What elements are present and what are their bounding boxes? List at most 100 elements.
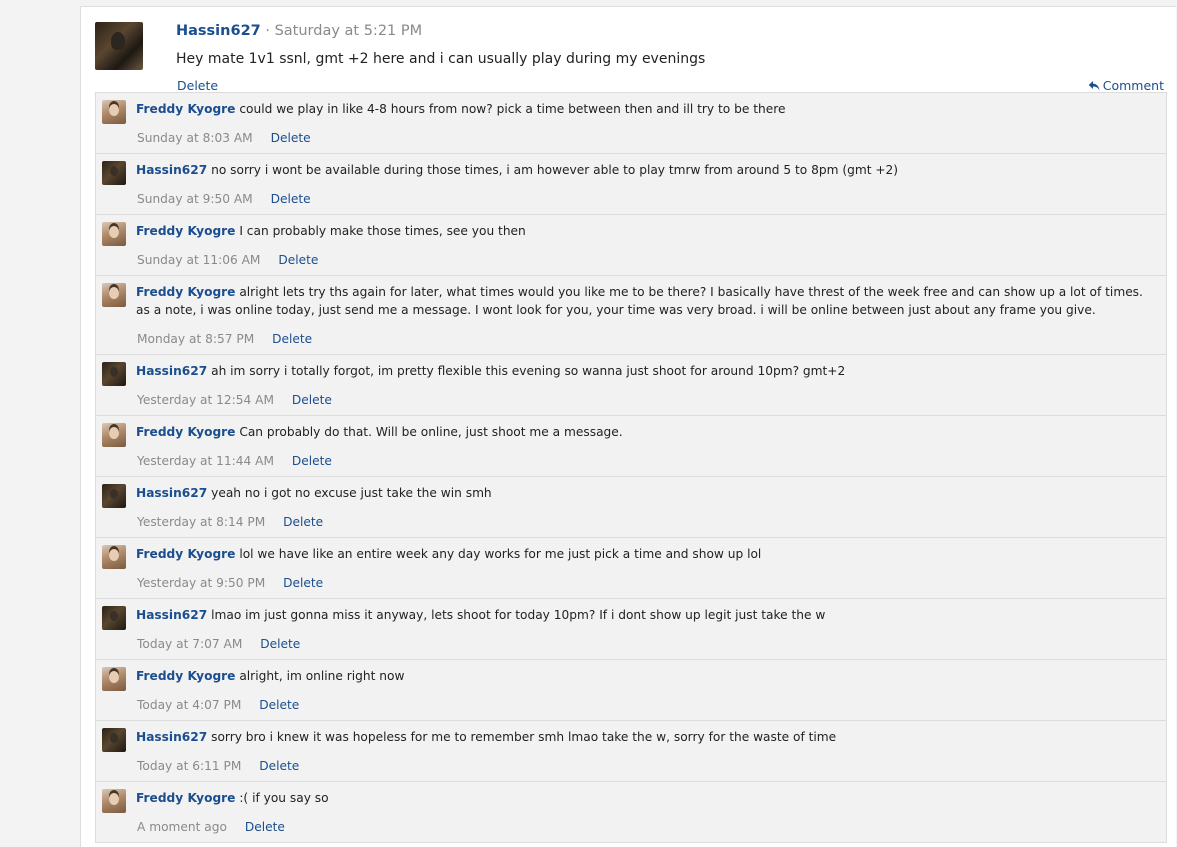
comment-author-link[interactable]: Hassin627: [136, 163, 207, 177]
comment-author-link[interactable]: Hassin627: [136, 730, 207, 744]
post-header: Hassin627 · Saturday at 5:21 PM: [176, 23, 422, 39]
comment-timestamp[interactable]: Sunday at 11:06 AM: [137, 253, 260, 267]
comment-meta: Sunday at 11:06 AM Delete: [137, 253, 318, 267]
comment-text: ah im sorry i totally forgot, im pretty …: [211, 364, 846, 378]
comment-timestamp[interactable]: Yesterday at 12:54 AM: [137, 393, 274, 407]
comment-text: :( if you say so: [239, 791, 329, 805]
comment-avatar[interactable]: [102, 484, 126, 508]
comment-meta: Sunday at 8:03 AM Delete: [137, 131, 311, 145]
comment-meta: A moment ago Delete: [137, 820, 285, 834]
comment-timestamp[interactable]: Sunday at 8:03 AM: [137, 131, 253, 145]
comment-meta: Sunday at 9:50 AM Delete: [137, 192, 311, 206]
comment-text: lmao im just gonna miss it anyway, lets …: [211, 608, 826, 622]
comment-author-link[interactable]: Hassin627: [136, 608, 207, 622]
comment-author-link[interactable]: Freddy Kyogre: [136, 285, 235, 299]
comment-body: Freddy Kyogre I can probably make those …: [136, 222, 1160, 240]
comment-text: I can probably make those times, see you…: [239, 224, 526, 238]
comment-item: Hassin627 lmao im just gonna miss it any…: [96, 599, 1166, 660]
comment-delete-link[interactable]: Delete: [283, 515, 323, 529]
comment-body: Hassin627 no sorry i wont be available d…: [136, 161, 1160, 179]
post-timestamp[interactable]: Saturday at 5:21 PM: [275, 23, 423, 39]
comment-button[interactable]: Comment: [1088, 78, 1164, 93]
comment-delete-link[interactable]: Delete: [259, 759, 299, 773]
comment-author-link[interactable]: Hassin627: [136, 364, 207, 378]
comment-body: Hassin627 sorry bro i knew it was hopele…: [136, 728, 1160, 746]
comment-meta: Today at 7:07 AM Delete: [137, 637, 300, 651]
comment-meta: Yesterday at 12:54 AM Delete: [137, 393, 332, 407]
separator: ·: [265, 23, 270, 39]
comment-avatar[interactable]: [102, 606, 126, 630]
comment-label: Comment: [1102, 78, 1164, 93]
comment-item: Freddy Kyogre alright, im online right n…: [96, 660, 1166, 721]
comment-avatar[interactable]: [102, 222, 126, 246]
comment-timestamp[interactable]: Today at 6:11 PM: [137, 759, 241, 773]
comment-avatar[interactable]: [102, 362, 126, 386]
comment-avatar[interactable]: [102, 789, 126, 813]
comment-delete-link[interactable]: Delete: [283, 576, 323, 590]
avatar[interactable]: [95, 22, 143, 70]
comment-body: Freddy Kyogre lol we have like an entire…: [136, 545, 1160, 563]
comment-timestamp[interactable]: Yesterday at 11:44 AM: [137, 454, 274, 468]
comment-delete-link[interactable]: Delete: [260, 637, 300, 651]
comment-text: no sorry i wont be available during thos…: [211, 163, 899, 177]
comment-body: Freddy Kyogre alright, im online right n…: [136, 667, 1160, 685]
comment-author-link[interactable]: Freddy Kyogre: [136, 102, 235, 116]
comment-text: alright, im online right now: [239, 669, 405, 683]
comment-text: lol we have like an entire week any day …: [239, 547, 762, 561]
comment-author-link[interactable]: Hassin627: [136, 486, 207, 500]
reply-icon: [1088, 80, 1100, 90]
comment-text: yeah no i got no excuse just take the wi…: [211, 486, 492, 500]
comment-timestamp[interactable]: Sunday at 9:50 AM: [137, 192, 253, 206]
post-author-link[interactable]: Hassin627: [176, 23, 261, 39]
comment-item: Freddy Kyogre Can probably do that. Will…: [96, 416, 1166, 477]
comment-author-link[interactable]: Freddy Kyogre: [136, 224, 235, 238]
comment-item: Freddy Kyogre I can probably make those …: [96, 215, 1166, 276]
comment-body: Freddy Kyogre :( if you say so: [136, 789, 1160, 807]
comment-avatar[interactable]: [102, 161, 126, 185]
comment-author-link[interactable]: Freddy Kyogre: [136, 791, 235, 805]
comment-avatar[interactable]: [102, 728, 126, 752]
comment-text: could we play in like 4-8 hours from now…: [239, 102, 786, 116]
comment-body: Freddy Kyogre alright lets try ths again…: [136, 283, 1160, 319]
comment-avatar[interactable]: [102, 423, 126, 447]
comment-item: Freddy Kyogre lol we have like an entire…: [96, 538, 1166, 599]
comment-delete-link[interactable]: Delete: [271, 131, 311, 145]
post-message: Hey mate 1v1 ssnl, gmt +2 here and i can…: [176, 51, 706, 67]
comment-body: Freddy Kyogre could we play in like 4-8 …: [136, 100, 1160, 118]
comment-delete-link[interactable]: Delete: [245, 820, 285, 834]
comment-delete-link[interactable]: Delete: [271, 192, 311, 206]
comment-text: alright lets try ths again for later, wh…: [136, 285, 1143, 317]
comment-delete-link[interactable]: Delete: [278, 253, 318, 267]
comment-avatar[interactable]: [102, 667, 126, 691]
comment-author-link[interactable]: Freddy Kyogre: [136, 425, 235, 439]
comment-timestamp[interactable]: A moment ago: [137, 820, 227, 834]
comment-timestamp[interactable]: Yesterday at 8:14 PM: [137, 515, 265, 529]
comment-item: Freddy Kyogre :( if you say so A moment …: [96, 782, 1166, 843]
comment-meta: Today at 6:11 PM Delete: [137, 759, 299, 773]
comment-delete-link[interactable]: Delete: [272, 332, 312, 346]
comment-author-link[interactable]: Freddy Kyogre: [136, 669, 235, 683]
comment-meta: Yesterday at 11:44 AM Delete: [137, 454, 332, 468]
comment-author-link[interactable]: Freddy Kyogre: [136, 547, 235, 561]
comment-delete-link[interactable]: Delete: [292, 454, 332, 468]
comment-body: Hassin627 ah im sorry i totally forgot, …: [136, 362, 1160, 380]
comment-item: Freddy Kyogre alright lets try ths again…: [96, 276, 1166, 355]
comment-body: Freddy Kyogre Can probably do that. Will…: [136, 423, 1160, 441]
comment-item: Hassin627 ah im sorry i totally forgot, …: [96, 355, 1166, 416]
post-delete-link[interactable]: Delete: [177, 78, 218, 93]
comment-meta: Today at 4:07 PM Delete: [137, 698, 299, 712]
comment-meta: Monday at 8:57 PM Delete: [137, 332, 312, 346]
comment-avatar[interactable]: [102, 283, 126, 307]
comment-body: Hassin627 lmao im just gonna miss it any…: [136, 606, 1160, 624]
comment-timestamp[interactable]: Monday at 8:57 PM: [137, 332, 254, 346]
comment-avatar[interactable]: [102, 545, 126, 569]
comment-delete-link[interactable]: Delete: [259, 698, 299, 712]
comment-avatar[interactable]: [102, 100, 126, 124]
comment-meta: Yesterday at 8:14 PM Delete: [137, 515, 323, 529]
comment-text: sorry bro i knew it was hopeless for me …: [211, 730, 837, 744]
comment-timestamp[interactable]: Today at 7:07 AM: [137, 637, 242, 651]
comment-timestamp[interactable]: Yesterday at 9:50 PM: [137, 576, 265, 590]
comment-timestamp[interactable]: Today at 4:07 PM: [137, 698, 241, 712]
comment-delete-link[interactable]: Delete: [292, 393, 332, 407]
comment-item: Hassin627 sorry bro i knew it was hopele…: [96, 721, 1166, 782]
